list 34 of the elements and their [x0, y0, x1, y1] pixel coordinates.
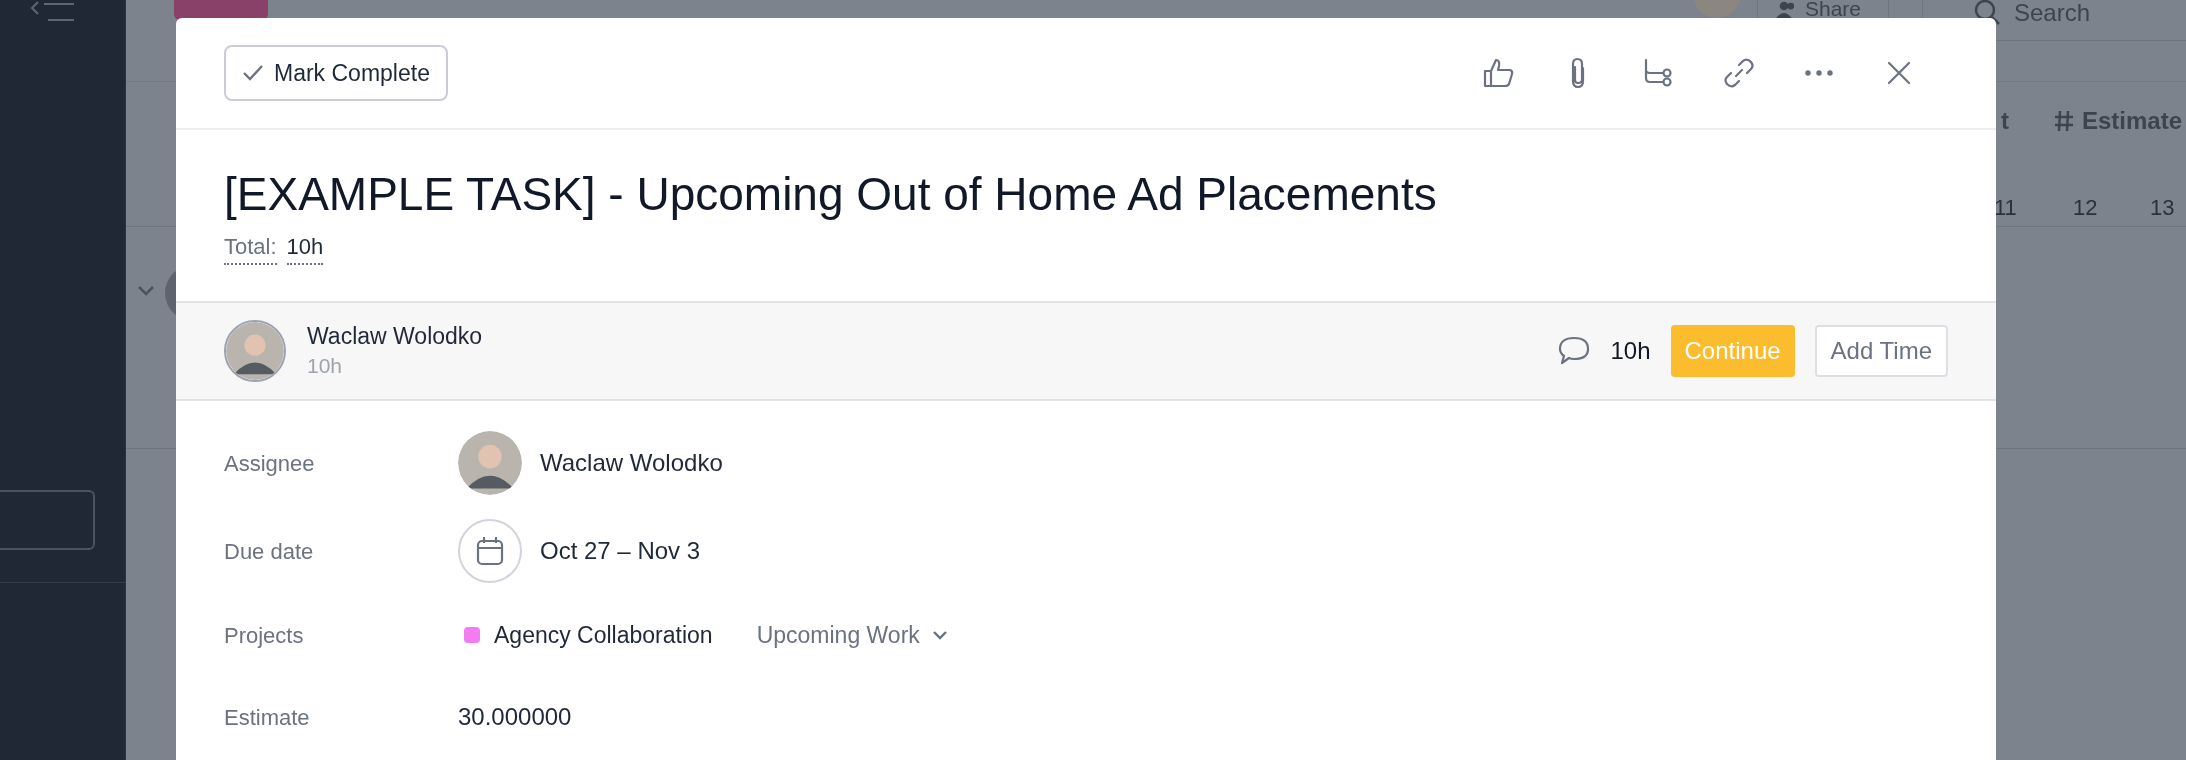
day-number: 13 [2150, 194, 2175, 222]
assignee-name: Waclaw Wolodko [540, 448, 723, 478]
field-label: Due date [224, 537, 315, 566]
search-icon [1974, 0, 2002, 26]
user-name: Waclaw Wolodko [307, 322, 483, 351]
day-number: 12 [2073, 194, 2098, 222]
total-label: Total: [224, 230, 277, 265]
due-date-button[interactable] [458, 519, 522, 583]
task-title: [EXAMPLE TASK] - Upcoming Out of Home Ad Placements [224, 167, 1438, 222]
search-field[interactable]: Search [1958, 0, 2186, 26]
total-value: 10h [286, 230, 324, 265]
estimate-value: 30.000000 [458, 702, 572, 732]
field-label: Assignee [224, 449, 316, 478]
comment-total: 10h [1610, 336, 1651, 366]
column-header: Estimate [2054, 103, 2183, 139]
link-icon[interactable] [1722, 56, 1756, 90]
people-icon [1776, 0, 1797, 18]
calendar-icon [475, 535, 505, 567]
duration: 10h [307, 353, 344, 379]
field-label: Projects [224, 621, 305, 650]
chevron-down-icon [931, 630, 948, 640]
hash-icon [2054, 110, 2074, 132]
sidebar-field[interactable] [0, 490, 95, 550]
due-date: Oct 27 – Nov 3 [540, 536, 701, 566]
thumbs-up-icon[interactable] [1482, 56, 1516, 90]
add-time-button[interactable]: Add Time [1814, 325, 1948, 377]
share-button[interactable]: Share [1776, 0, 1862, 18]
field-label: Estimate [224, 703, 311, 732]
project-name[interactable]: Agency Collaboration [494, 617, 713, 653]
day-number: 11 [1994, 194, 2017, 222]
column-header: t [2001, 106, 2009, 136]
check-icon [242, 64, 264, 82]
section-dropdown[interactable]: Upcoming Work [756, 617, 948, 653]
mark-complete-button[interactable]: Mark Complete [224, 45, 448, 101]
